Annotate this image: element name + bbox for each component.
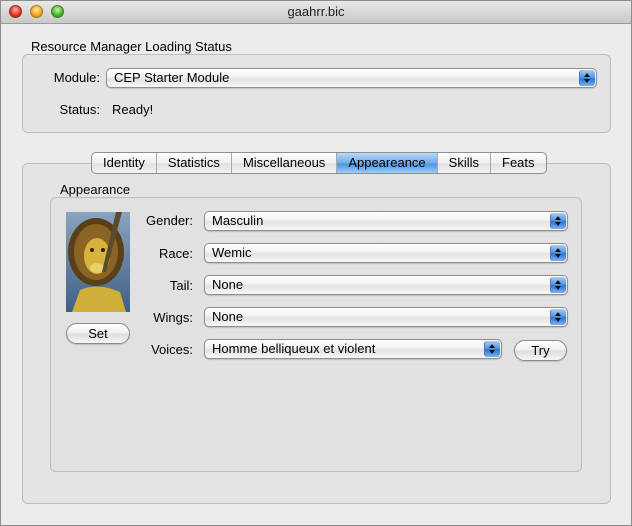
tab-skills[interactable]: Skills [438, 153, 491, 173]
status-group-box: Module: CEP Starter Module Status: Ready… [22, 54, 611, 133]
module-select[interactable]: CEP Starter Module [106, 68, 597, 88]
set-portrait-button[interactable]: Set [66, 323, 130, 344]
tail-select[interactable]: None [204, 275, 568, 295]
tab-feats[interactable]: Feats [491, 153, 546, 173]
tail-label: Tail: [169, 278, 193, 293]
popup-arrows-icon [550, 309, 566, 325]
title-bar[interactable]: gaahrr.bic [1, 1, 631, 24]
race-label: Race: [159, 246, 193, 261]
popup-arrows-icon [550, 245, 566, 261]
popup-arrows-icon [484, 341, 500, 357]
gender-select[interactable]: Masculin [204, 211, 568, 231]
status-label: Status: [59, 102, 100, 117]
gender-label: Gender: [146, 213, 193, 228]
window-title: gaahrr.bic [287, 4, 345, 19]
main-window: gaahrr.bic Resource Manager Loading Stat… [0, 0, 632, 526]
wings-label: Wings: [153, 310, 193, 325]
popup-arrows-icon [550, 213, 566, 229]
module-label: Module: [53, 70, 100, 85]
tail-select-value: None [212, 277, 244, 292]
race-select-value: Wemic [212, 245, 252, 260]
voices-label: Voices: [151, 342, 193, 357]
tab-appearance[interactable]: Appeareance [337, 153, 438, 173]
status-value: Ready! [112, 102, 154, 117]
tab-identity[interactable]: Identity [92, 153, 157, 173]
appearance-heading: Appearance [60, 182, 131, 197]
wings-select[interactable]: None [204, 307, 568, 327]
portrait-image [66, 212, 130, 312]
popup-arrows-icon [579, 70, 595, 86]
race-select[interactable]: Wemic [204, 243, 568, 263]
tab-miscellaneous[interactable]: Miscellaneous [232, 153, 338, 173]
wings-select-value: None [212, 309, 244, 324]
lion-portrait-icon [66, 212, 130, 312]
tab-statistics[interactable]: Statistics [157, 153, 232, 173]
module-select-value: CEP Starter Module [114, 70, 230, 85]
voices-select-value: Homme belliqueux et violent [212, 341, 376, 356]
tab-bar: Identity Statistics Miscellaneous Appear… [91, 152, 547, 174]
gender-select-value: Masculin [212, 213, 264, 228]
popup-arrows-icon [550, 277, 566, 293]
status-section-heading: Resource Manager Loading Status [31, 39, 232, 54]
voices-select[interactable]: Homme belliqueux et violent [204, 339, 502, 359]
try-voice-button[interactable]: Try [514, 340, 567, 361]
